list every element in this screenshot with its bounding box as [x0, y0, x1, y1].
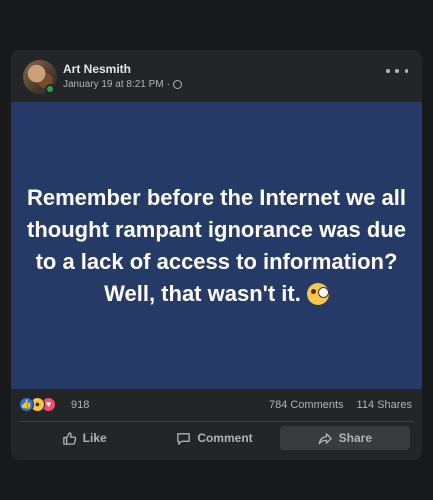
- engagement-counts: 784 Comments 114 Shares: [269, 399, 412, 411]
- comment-label: Comment: [197, 431, 253, 445]
- thumbs-up-icon: [62, 431, 76, 445]
- post-text-block: Remember before the Internet we all thou…: [27, 182, 407, 310]
- author-name[interactable]: Art Nesmith: [63, 62, 131, 76]
- comment-button[interactable]: Comment: [149, 426, 279, 450]
- meta-separator: ·: [166, 79, 170, 90]
- share-arrow-icon: [318, 432, 332, 444]
- face-with-monocle-icon: [306, 282, 329, 305]
- comments-count[interactable]: 784 Comments: [269, 399, 344, 411]
- like-button[interactable]: Like: [19, 426, 149, 450]
- post-timestamp[interactable]: January 19 at 8:21 PM: [63, 79, 164, 90]
- reaction-count[interactable]: 918: [71, 399, 89, 411]
- online-status-indicator: [45, 84, 55, 94]
- globe-icon: [172, 80, 182, 89]
- post-card: Art Nesmith January 19 at 8:21 PM · Reme…: [11, 50, 422, 460]
- share-label: Share: [338, 431, 372, 445]
- post-actions: Like Comment Share: [19, 426, 410, 450]
- reaction-icons[interactable]: 👍 ● ♥: [19, 397, 56, 412]
- like-reaction-icon: 👍: [19, 397, 34, 412]
- more-options-icon[interactable]: [386, 64, 408, 78]
- comment-icon: [177, 432, 191, 445]
- post-meta: January 19 at 8:21 PM ·: [63, 79, 182, 90]
- actions-divider: [19, 421, 414, 422]
- like-label: Like: [82, 431, 107, 445]
- post-content: Remember before the Internet we all thou…: [11, 102, 422, 389]
- share-button[interactable]: Share: [279, 426, 410, 450]
- post-body-text: Remember before the Internet we all thou…: [27, 184, 406, 306]
- post-stats: 👍 ● ♥ 918 784 Comments 114 Shares: [11, 395, 422, 417]
- post-header: Art Nesmith January 19 at 8:21 PM ·: [11, 50, 422, 102]
- shares-count[interactable]: 114 Shares: [357, 399, 412, 411]
